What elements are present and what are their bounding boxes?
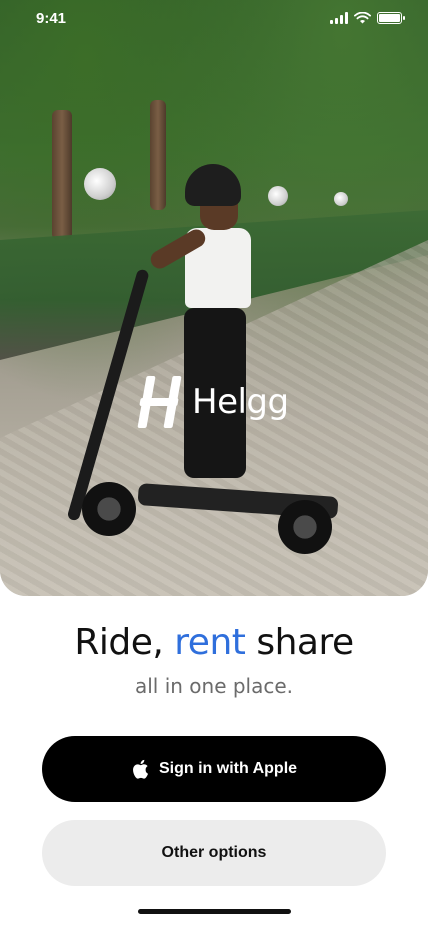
headline-accent: rent	[174, 622, 246, 663]
helgg-logo-icon	[137, 374, 182, 430]
brand-logo: Helgg	[137, 374, 289, 430]
brand-name: Helgg	[192, 382, 289, 422]
home-indicator[interactable]	[138, 909, 291, 914]
subline: all in one place.	[134, 674, 294, 698]
scooter-front-wheel	[82, 482, 136, 536]
apple-icon	[133, 759, 148, 779]
status-bar: 9:41	[0, 0, 428, 44]
battery-icon	[377, 12, 405, 24]
status-time: 9:41	[36, 10, 67, 27]
headline: Ride, rent share	[0, 622, 428, 663]
headline-part1: Ride,	[74, 622, 175, 663]
hero-image: Helgg 9:41	[0, 0, 428, 596]
status-icons	[330, 12, 405, 24]
rider-with-scooter	[66, 160, 340, 560]
other-options-button[interactable]: Other options	[42, 820, 386, 886]
apple-button-label: Sign in with Apple	[158, 760, 298, 777]
rider-helmet	[185, 164, 241, 206]
scooter-rear-wheel	[278, 500, 332, 554]
tree-trunk	[52, 110, 72, 240]
other-options-label: Other options	[161, 844, 267, 861]
headline-part2: share	[245, 622, 354, 663]
wifi-icon	[354, 12, 371, 24]
signal-icon	[330, 12, 348, 24]
sign-in-with-apple-button[interactable]: Sign in with Apple	[42, 736, 386, 802]
